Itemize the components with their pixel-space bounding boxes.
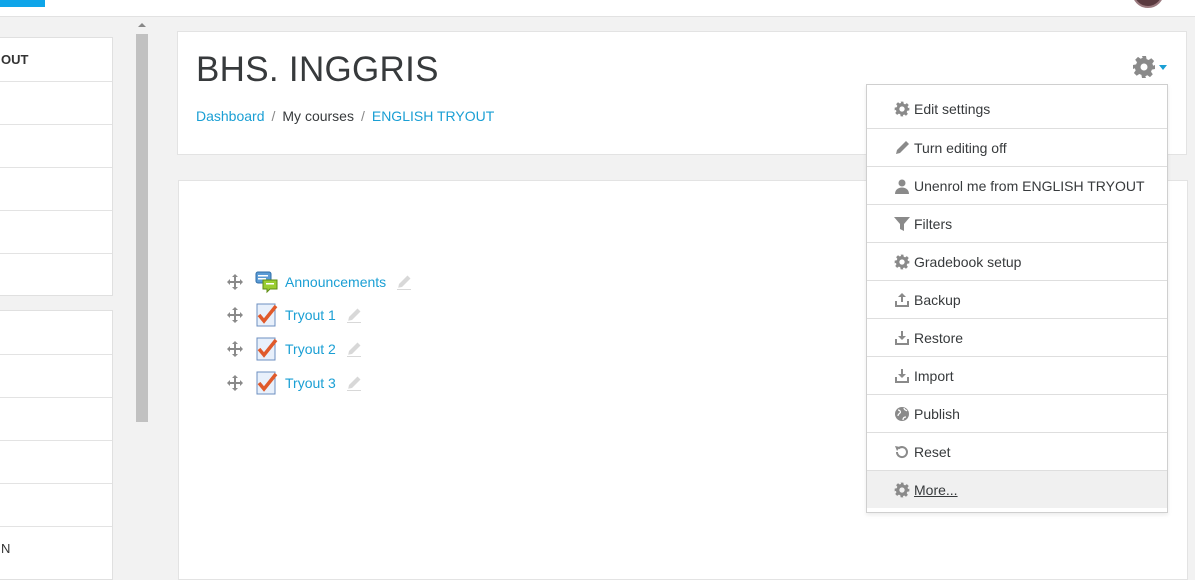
menu-item-label: Edit settings <box>914 101 991 117</box>
menu-item-label: Import <box>914 367 954 384</box>
move-icon[interactable] <box>227 307 243 323</box>
left-block-row[interactable] <box>0 167 112 210</box>
menu-item-label: More... <box>914 481 958 498</box>
menu-item-label: Publish <box>914 405 960 422</box>
left-block-row[interactable] <box>0 81 112 124</box>
quiz-icon <box>256 303 278 327</box>
pencil-icon[interactable] <box>396 274 412 290</box>
left-block-row[interactable] <box>0 397 112 440</box>
left-block-row[interactable] <box>0 311 112 354</box>
download-icon <box>895 368 909 383</box>
gear-icon <box>894 482 910 497</box>
user-avatar[interactable] <box>1132 0 1164 8</box>
activity-link[interactable]: Tryout 2 <box>285 341 336 357</box>
menu-item-more[interactable]: More... <box>867 470 1167 508</box>
brand-bar[interactable] <box>0 0 45 7</box>
move-icon[interactable] <box>227 274 243 290</box>
menu-item-turn-editing-off[interactable]: Turn editing off <box>867 128 1167 166</box>
activity-tryout-3: Tryout 3 <box>227 371 362 395</box>
left-block-row[interactable] <box>0 483 112 526</box>
top-navbar <box>0 0 1195 17</box>
menu-item-gradebook-setup[interactable]: Gradebook setup <box>867 242 1167 280</box>
menu-item-label: Reset <box>914 443 951 460</box>
menu-item-label: Gradebook setup <box>914 253 1022 270</box>
breadcrumb-separator: / <box>360 108 365 124</box>
menu-item-label: Backup <box>914 291 961 308</box>
menu-item-restore[interactable]: Restore <box>867 318 1167 356</box>
left-block-row[interactable] <box>0 440 112 483</box>
filter-icon <box>894 216 910 231</box>
menu-item-publish[interactable]: Publish <box>867 394 1167 432</box>
activity-link[interactable]: Tryout 1 <box>285 307 336 323</box>
left-block-navigation: OUT <box>0 37 113 296</box>
menu-item-edit-settings[interactable]: Edit settings <box>867 90 1167 128</box>
pencil-icon <box>896 140 909 154</box>
move-icon[interactable] <box>227 375 243 391</box>
course-actions-menu: Edit settings Turn editing off Unenrol m… <box>866 84 1168 513</box>
activity-link[interactable]: Announcements <box>285 274 386 290</box>
globe-icon <box>895 406 909 421</box>
left-block-administration: N <box>0 310 113 580</box>
breadcrumb-course[interactable]: ENGLISH TRYOUT <box>372 108 494 124</box>
pencil-icon[interactable] <box>346 307 362 323</box>
breadcrumb-dashboard[interactable]: Dashboard <box>196 108 265 124</box>
menu-item-import[interactable]: Import <box>867 356 1167 394</box>
activity-announcements: Announcements <box>227 270 412 294</box>
activity-tryout-1: Tryout 1 <box>227 303 362 327</box>
breadcrumb-my-courses: My courses <box>282 108 354 124</box>
menu-item-backup[interactable]: Backup <box>867 280 1167 318</box>
left-block-row[interactable] <box>0 354 112 397</box>
chevron-down-icon <box>1159 64 1167 70</box>
left-block-row[interactable]: OUT <box>0 38 112 81</box>
gear-icon <box>1133 56 1155 78</box>
breadcrumb: Dashboard / My courses / ENGLISH TRYOUT <box>196 108 494 124</box>
sidebar-scrollbar[interactable] <box>135 20 149 567</box>
menu-item-reset[interactable]: Reset <box>867 432 1167 470</box>
course-actions-menu-trigger[interactable] <box>1132 54 1172 80</box>
scroll-up-arrow-icon[interactable] <box>138 23 146 27</box>
menu-item-unenrol[interactable]: Unenrol me from ENGLISH TRYOUT <box>867 166 1167 204</box>
menu-item-label: Filters <box>914 215 953 232</box>
gear-icon <box>894 254 910 269</box>
pencil-icon[interactable] <box>346 375 362 391</box>
menu-item-label: Turn editing off <box>914 139 1007 156</box>
menu-item-label: Unenrol me from ENGLISH TRYOUT <box>914 177 1145 194</box>
reset-icon <box>895 445 908 458</box>
quiz-icon <box>256 371 278 395</box>
left-block-row[interactable] <box>0 253 112 296</box>
pencil-icon[interactable] <box>346 341 362 357</box>
gear-icon <box>894 101 910 117</box>
upload-icon <box>895 292 909 307</box>
activity-tryout-2: Tryout 2 <box>227 337 362 361</box>
activity-link[interactable]: Tryout 3 <box>285 375 336 391</box>
move-icon[interactable] <box>227 341 243 357</box>
download-icon <box>895 330 909 345</box>
menu-item-filters[interactable]: Filters <box>867 204 1167 242</box>
left-block-row[interactable] <box>0 124 112 167</box>
forum-icon <box>255 271 278 294</box>
quiz-icon <box>256 337 278 361</box>
menu-item-label: Restore <box>914 329 964 346</box>
left-block-row[interactable]: N <box>0 526 112 569</box>
breadcrumb-separator: / <box>271 108 276 124</box>
scrollbar-thumb[interactable] <box>136 34 148 422</box>
user-icon <box>895 179 909 194</box>
left-block-row[interactable] <box>0 210 112 253</box>
page-title: BHS. INGGRIS <box>196 50 439 89</box>
